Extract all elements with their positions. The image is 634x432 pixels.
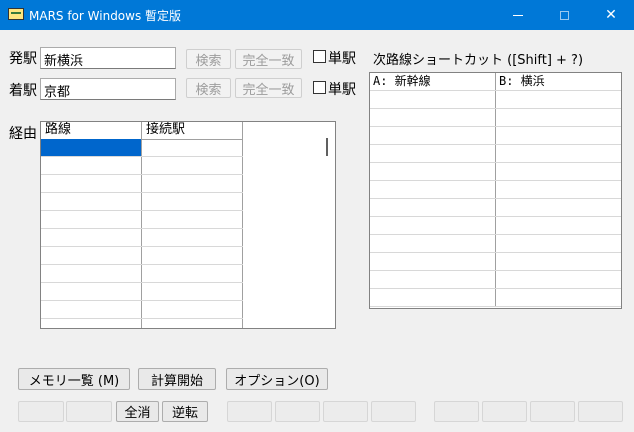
- table-row[interactable]: [41, 283, 243, 301]
- list-item[interactable]: [370, 163, 621, 181]
- blank-button[interactable]: [434, 401, 479, 422]
- list-item[interactable]: [370, 235, 621, 253]
- table-row[interactable]: [41, 247, 243, 265]
- table-row[interactable]: [41, 211, 243, 229]
- list-item[interactable]: [370, 289, 621, 307]
- route-grid-header: 路線 接続駅: [41, 122, 243, 140]
- table-cell[interactable]: [142, 139, 243, 156]
- table-row[interactable]: [41, 193, 243, 211]
- table-row[interactable]: [41, 139, 243, 157]
- route-grid-body: [41, 139, 243, 328]
- arrival-exact-match-button[interactable]: 完全一致: [235, 78, 302, 98]
- list-item[interactable]: [370, 271, 621, 289]
- list-item[interactable]: [370, 109, 621, 127]
- arrival-station-input[interactable]: 京都: [40, 78, 176, 100]
- blank-button[interactable]: [530, 401, 575, 422]
- blank-button[interactable]: [578, 401, 623, 422]
- table-row[interactable]: [41, 175, 243, 193]
- shortcut-grid[interactable]: A: 新幹線 B: 横浜: [369, 72, 622, 309]
- title-bar: MARS for Windows 暫定版 ✕: [0, 0, 634, 30]
- window-title: MARS for Windows 暫定版: [29, 9, 182, 23]
- table-row[interactable]: [41, 229, 243, 247]
- blank-button[interactable]: [227, 401, 272, 422]
- list-item[interactable]: [370, 253, 621, 271]
- table-row[interactable]: [41, 319, 243, 328]
- list-item[interactable]: [370, 199, 621, 217]
- list-item[interactable]: [370, 127, 621, 145]
- list-item[interactable]: [370, 91, 621, 109]
- clear-all-button[interactable]: 全消: [116, 401, 159, 422]
- route-grid-scrollbar[interactable]: [326, 138, 328, 156]
- route-grid[interactable]: 路線 接続駅: [40, 121, 336, 329]
- maximize-icon: [559, 10, 569, 20]
- departure-label: 発駅: [9, 51, 37, 67]
- shortcut-option-b[interactable]: B: 横浜: [496, 73, 621, 90]
- blank-button[interactable]: [323, 401, 368, 422]
- shortcut-row[interactable]: A: 新幹線 B: 横浜: [370, 73, 621, 91]
- blank-button[interactable]: [371, 401, 416, 422]
- departure-single-station-checkbox[interactable]: [313, 50, 326, 63]
- arrival-single-station-label: 単駅: [328, 82, 356, 98]
- arrival-label: 着駅: [9, 83, 37, 99]
- table-row[interactable]: [41, 265, 243, 283]
- table-row[interactable]: [41, 301, 243, 319]
- list-item[interactable]: [370, 145, 621, 163]
- calc-start-button[interactable]: 計算開始: [138, 368, 216, 390]
- blank-button[interactable]: [66, 401, 112, 422]
- list-item[interactable]: [370, 181, 621, 199]
- arrival-search-button[interactable]: 検索: [186, 78, 231, 98]
- departure-station-input[interactable]: 新横浜: [40, 47, 176, 69]
- shortcut-option-a[interactable]: A: 新幹線: [370, 73, 496, 90]
- minimize-button[interactable]: [495, 0, 541, 30]
- app-icon: [8, 8, 24, 20]
- departure-exact-match-button[interactable]: 完全一致: [235, 49, 302, 69]
- route-column-line: 路線: [41, 122, 142, 139]
- blank-button[interactable]: [18, 401, 64, 422]
- route-cell-selected[interactable]: [41, 139, 142, 156]
- memory-list-button[interactable]: メモリ一覧 (M): [18, 368, 130, 390]
- options-button[interactable]: オプション(O): [226, 368, 328, 390]
- reverse-button[interactable]: 逆転: [162, 401, 208, 422]
- close-button[interactable]: ✕: [588, 0, 634, 30]
- arrival-single-station-checkbox[interactable]: [313, 81, 326, 94]
- close-icon: ✕: [605, 7, 617, 23]
- table-row[interactable]: [41, 157, 243, 175]
- departure-search-button[interactable]: 検索: [186, 49, 231, 69]
- blank-button[interactable]: [482, 401, 527, 422]
- list-item[interactable]: [370, 217, 621, 235]
- maximize-button[interactable]: [541, 0, 587, 30]
- route-label: 経由: [9, 126, 37, 142]
- minimize-icon: [513, 14, 523, 16]
- departure-single-station-label: 単駅: [328, 51, 356, 67]
- shortcut-label: 次路線ショートカット ([Shift] + ?): [373, 53, 584, 68]
- route-column-station: 接続駅: [142, 122, 243, 139]
- blank-button[interactable]: [275, 401, 320, 422]
